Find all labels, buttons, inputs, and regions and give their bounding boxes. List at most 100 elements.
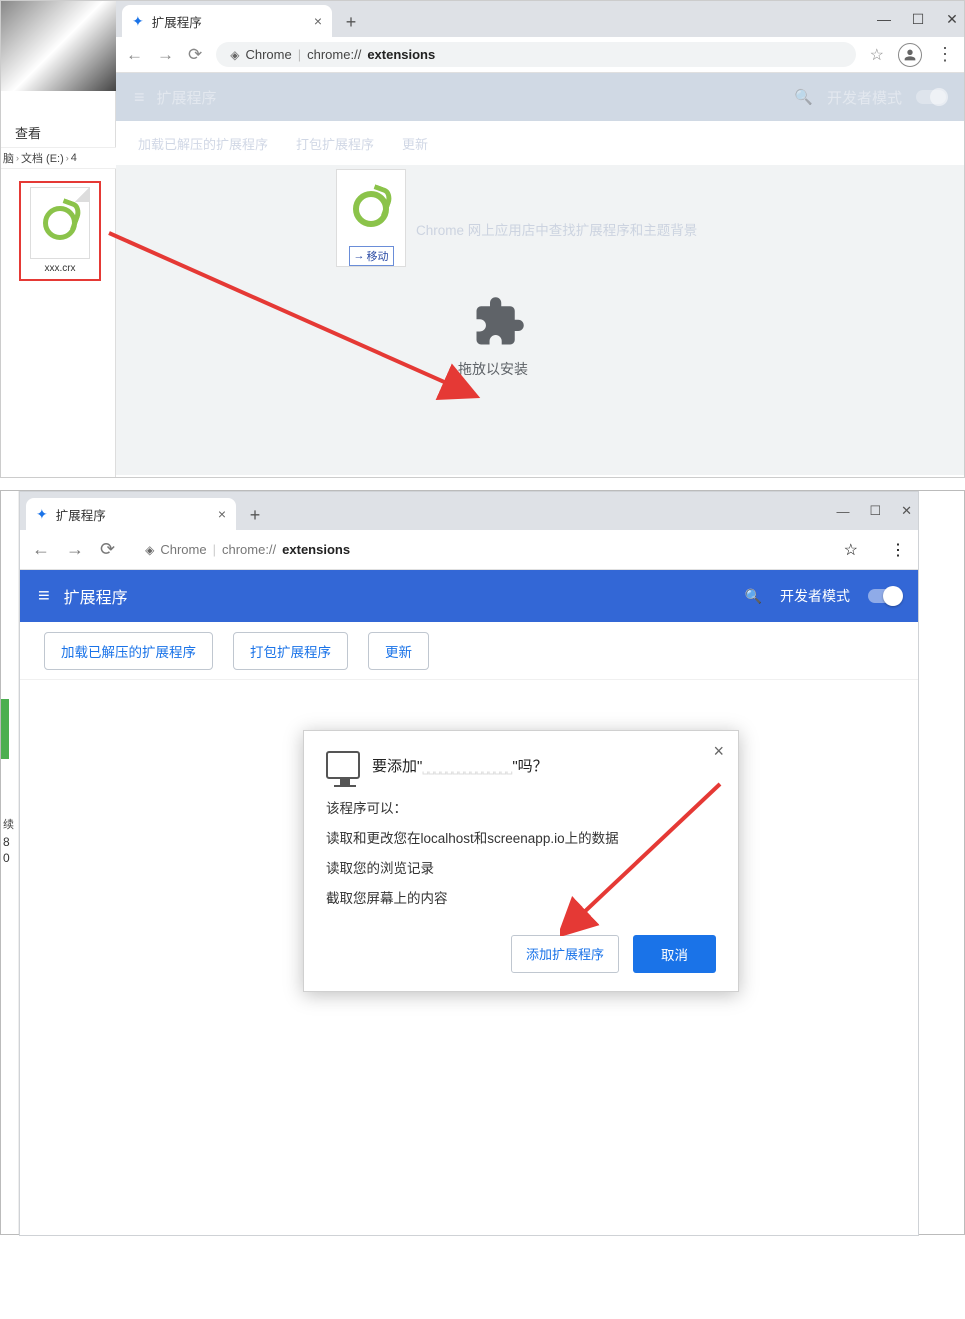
install-confirm-dialog: 要添加"⎵⎵⎵⎵⎵⎵⎵⎵⎵⎵⎵⎵⎵⎵⎵"吗？ × 该程序可以： 读取和更改您在l… bbox=[303, 730, 739, 992]
search-icon[interactable]: 🔍 bbox=[745, 588, 762, 605]
dialog-subhead: 该程序可以： bbox=[326, 797, 716, 817]
permission-item: 读取和更改您在localhost和screenapp.io上的数据 bbox=[326, 827, 716, 847]
omnibox-scheme: Chrome bbox=[160, 542, 206, 557]
breadcrumb-segment[interactable]: 脑 bbox=[3, 150, 14, 166]
permission-item: 截取您屏幕上的内容 bbox=[326, 887, 716, 907]
forward-icon[interactable]: → bbox=[157, 45, 174, 65]
drop-zone[interactable]: Chrome 网上应用店中查找扩展程序和主题背景 → 移动 拖放以安装 bbox=[116, 165, 964, 475]
extensions-header-dimmed: ≡ 扩展程序 🔍 开发者模式 bbox=[116, 73, 964, 121]
back-icon[interactable]: ← bbox=[32, 539, 50, 560]
explorer-preview-thumbnail bbox=[1, 1, 116, 91]
minimize-icon[interactable]: — bbox=[836, 504, 849, 519]
close-window-icon[interactable]: ✕ bbox=[901, 503, 912, 519]
load-unpacked-button[interactable]: 加载已解压的扩展程序 bbox=[44, 632, 213, 670]
breadcrumb-segment[interactable]: 4 bbox=[71, 152, 77, 164]
window-controls: — ☐ ✕ bbox=[836, 492, 912, 530]
extensions-header: ≡ 扩展程序 🔍 开发者模式 bbox=[20, 570, 918, 622]
browser-e-icon bbox=[353, 191, 389, 227]
omnibox-path-bold: extensions bbox=[367, 47, 435, 62]
back-icon[interactable]: ← bbox=[126, 45, 143, 65]
close-tab-icon[interactable]: × bbox=[218, 506, 226, 522]
omnibox-path-bold: extensions bbox=[282, 542, 350, 557]
hamburger-icon[interactable]: ≡ bbox=[38, 585, 50, 608]
update-button-dim: 更新 bbox=[402, 134, 428, 153]
screenshot-panel-2: 续 8 0 ✦ 扩展程序 × + — ☐ ✕ ← → ⟳ ◈ Chrome | bbox=[0, 490, 965, 1235]
monitor-icon bbox=[326, 751, 360, 779]
window-controls: — ☐ ✕ bbox=[876, 1, 960, 37]
omnibox-scheme: Chrome bbox=[245, 47, 291, 62]
maximize-icon[interactable]: ☐ bbox=[910, 11, 926, 28]
dev-mode-label: 开发者模式 bbox=[827, 87, 902, 108]
dev-mode-label: 开发者模式 bbox=[780, 586, 850, 606]
pack-ext-button-dim: 打包扩展程序 bbox=[296, 134, 374, 153]
add-extension-button[interactable]: 添加扩展程序 bbox=[511, 935, 619, 973]
maximize-icon[interactable]: ☐ bbox=[869, 503, 881, 519]
chrome-secure-icon: ◈ bbox=[145, 543, 154, 557]
reload-icon[interactable]: ⟳ bbox=[188, 45, 202, 65]
permission-item: 读取您的浏览记录 bbox=[326, 857, 716, 877]
pack-extension-button[interactable]: 打包扩展程序 bbox=[233, 632, 348, 670]
hamburger-icon[interactable]: ≡ bbox=[134, 87, 145, 108]
search-icon[interactable]: 🔍 bbox=[794, 88, 813, 106]
screenshot-panel-1: 查看 脑 › 文档 (E:) › 4 xxx.crx ✦ 扩展程序 × + — … bbox=[0, 0, 965, 478]
omnibox[interactable]: ◈ Chrome | chrome://extensions bbox=[131, 537, 828, 562]
chrome-window-dimmed: ✦ 扩展程序 × + — ☐ ✕ ← → ⟳ ◈ Chrome | chrome… bbox=[116, 1, 964, 478]
breadcrumb-segment[interactable]: 文档 (E:) bbox=[21, 150, 64, 166]
close-window-icon[interactable]: ✕ bbox=[944, 11, 960, 28]
bookmark-star-icon[interactable]: ☆ bbox=[870, 45, 884, 65]
new-tab-button[interactable]: + bbox=[338, 9, 364, 35]
drop-label: 拖放以安装 bbox=[458, 359, 528, 379]
tab-title: 扩展程序 bbox=[56, 505, 106, 524]
crx-file-tile[interactable]: xxx.crx bbox=[19, 181, 101, 281]
reload-icon[interactable]: ⟳ bbox=[100, 539, 115, 560]
tab-strip: ✦ 扩展程序 × + — ☐ ✕ bbox=[116, 1, 964, 37]
browser-tab[interactable]: ✦ 扩展程序 × bbox=[26, 498, 236, 530]
chevron-right-icon: › bbox=[66, 153, 69, 163]
file-icon bbox=[30, 187, 90, 259]
cancel-button[interactable]: 取消 bbox=[633, 935, 716, 973]
header-title: 扩展程序 bbox=[64, 584, 128, 608]
browser-e-icon bbox=[43, 206, 77, 240]
permissions-list: 该程序可以： 读取和更改您在localhost和screenapp.io上的数据… bbox=[326, 797, 716, 907]
empty-state-text: Chrome 网上应用店中查找扩展程序和主题背景 bbox=[416, 219, 697, 239]
stray-text: 续 bbox=[3, 816, 14, 832]
close-tab-icon[interactable]: × bbox=[314, 13, 322, 29]
toolbar: ← → ⟳ ◈ Chrome | chrome://extensions ☆ ⋮ bbox=[116, 37, 964, 73]
browser-tab[interactable]: ✦ 扩展程序 × bbox=[122, 5, 332, 37]
chrome-window: ✦ 扩展程序 × + — ☐ ✕ ← → ⟳ ◈ Chrome | chrome… bbox=[19, 491, 919, 1236]
minimize-icon[interactable]: — bbox=[876, 11, 892, 27]
dialog-title: 要添加"⎵⎵⎵⎵⎵⎵⎵⎵⎵⎵⎵⎵⎵⎵⎵"吗？ bbox=[372, 755, 548, 776]
toolbar: ← → ⟳ ◈ Chrome | chrome://extensions ☆ ⋮ bbox=[20, 530, 918, 570]
extension-puzzle-icon: ✦ bbox=[36, 506, 48, 523]
stray-text: 0 bbox=[3, 851, 10, 865]
extensions-action-row: 加载已解压的扩展程序 打包扩展程序 更新 bbox=[20, 622, 918, 680]
explorer-menu-view[interactable]: 查看 bbox=[15, 123, 41, 142]
file-name-label: xxx.crx bbox=[44, 263, 75, 274]
explorer-breadcrumb[interactable]: 脑 › 文档 (E:) › 4 bbox=[1, 147, 116, 169]
profile-avatar-icon[interactable] bbox=[898, 43, 922, 67]
cropped-underlay-strip: 续 8 0 bbox=[1, 491, 19, 1234]
kebab-menu-icon[interactable]: ⋮ bbox=[890, 540, 906, 560]
stray-text: 8 bbox=[3, 835, 10, 849]
chrome-secure-icon: ◈ bbox=[230, 48, 239, 62]
tab-strip: ✦ 扩展程序 × + — ☐ ✕ bbox=[20, 492, 918, 530]
kebab-menu-icon[interactable]: ⋮ bbox=[936, 44, 954, 65]
dev-mode-toggle[interactable] bbox=[916, 90, 946, 104]
file-explorer-sidebar: 查看 脑 › 文档 (E:) › 4 xxx.crx bbox=[1, 1, 116, 478]
load-unpacked-button-dim: 加载已解压的扩展程序 bbox=[138, 134, 268, 153]
omnibox[interactable]: ◈ Chrome | chrome://extensions bbox=[216, 42, 855, 67]
green-stripe bbox=[1, 699, 9, 759]
dialog-close-icon[interactable]: × bbox=[713, 741, 724, 762]
chevron-right-icon: › bbox=[16, 153, 19, 163]
dimmed-action-row: 加载已解压的扩展程序 打包扩展程序 更新 bbox=[116, 121, 964, 165]
puzzle-drop-icon bbox=[472, 295, 526, 349]
omnibox-path: chrome:// bbox=[222, 542, 276, 557]
omnibox-path: chrome:// bbox=[307, 47, 361, 62]
forward-icon[interactable]: → bbox=[66, 539, 84, 560]
new-tab-button[interactable]: + bbox=[242, 502, 268, 528]
extension-puzzle-icon: ✦ bbox=[132, 13, 144, 30]
bookmark-star-icon[interactable]: ☆ bbox=[844, 540, 858, 560]
update-button[interactable]: 更新 bbox=[368, 632, 429, 670]
dev-mode-toggle[interactable] bbox=[868, 589, 900, 603]
dragged-crx-ghost: → 移动 bbox=[336, 169, 406, 267]
